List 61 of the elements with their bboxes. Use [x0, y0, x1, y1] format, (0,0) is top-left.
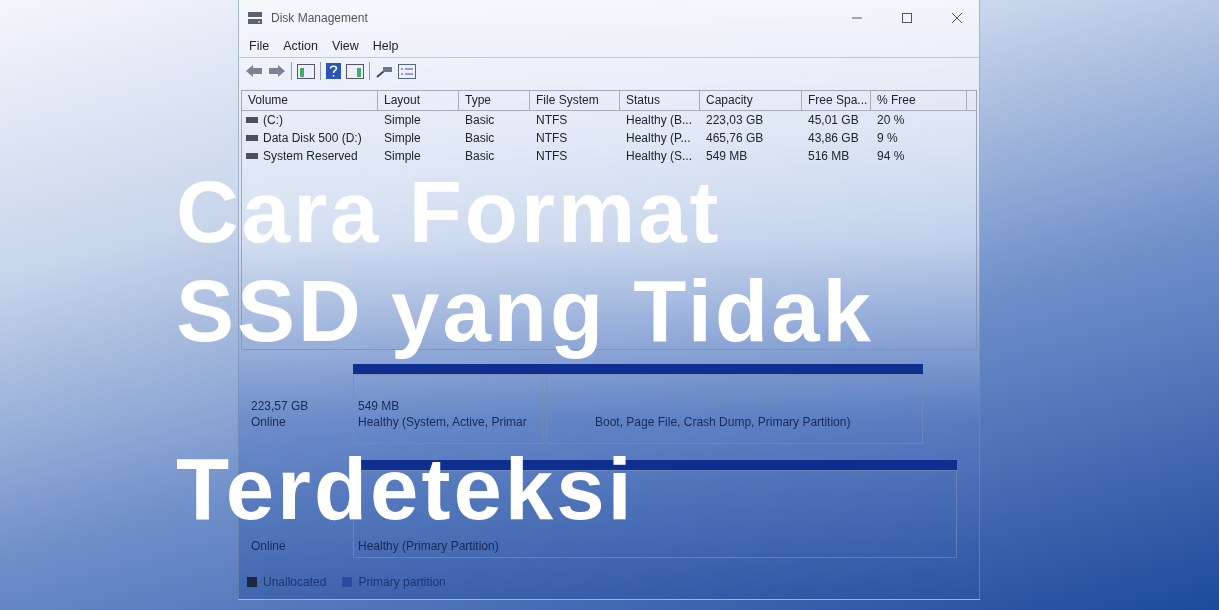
column-header[interactable]: Volume: [242, 91, 378, 110]
drive-icon: [246, 135, 258, 141]
column-header[interactable]: Free Spa...: [802, 91, 871, 110]
legend-label: Primary partition: [358, 575, 446, 589]
menu-item[interactable]: View: [331, 39, 359, 53]
disk-drive-icon: [247, 10, 263, 25]
column-header[interactable]: % Free: [871, 91, 967, 110]
table-cell-text: Basic: [464, 149, 496, 163]
column-header[interactable]: Status: [620, 91, 700, 110]
table-cell-text: 45,01 GB: [807, 113, 860, 127]
panel-icon[interactable]: [346, 63, 364, 79]
disk-info: Online: [251, 538, 287, 554]
headline-text: Cara Format: [176, 163, 722, 261]
table-cell-text: 549 MB: [705, 149, 749, 163]
column-header[interactable]: Type: [459, 91, 530, 110]
menu-item[interactable]: File: [249, 39, 270, 53]
partition-info: Healthy (System, Active, Primar: [358, 414, 528, 430]
table-cell: System Reserved: [263, 149, 358, 163]
table-cell-text: 9 %: [876, 131, 899, 145]
disk-info: Online: [251, 414, 287, 430]
disk-info: 223,57 GB: [251, 398, 310, 414]
panel-icon[interactable]: [297, 63, 315, 79]
maximize-icon[interactable]: [901, 11, 913, 24]
table-cell-text: 223,03 GB: [705, 113, 765, 127]
table-cell-text: Simple: [383, 149, 422, 163]
column-header[interactable]: Capacity: [700, 91, 802, 110]
close-icon[interactable]: [951, 11, 963, 24]
table-cell: Data Disk 500 (D:): [263, 131, 362, 145]
back-arrow-icon[interactable]: [245, 64, 263, 78]
table-cell-text: NTFS: [535, 113, 569, 127]
partition-info: 549 MB: [358, 398, 401, 414]
menu-item[interactable]: Action: [283, 39, 318, 53]
table-cell: (C:): [263, 113, 283, 127]
window-title: Disk Management: [271, 10, 368, 25]
headline-text: SSD yang Tidak: [176, 262, 874, 360]
table-cell-text: 20 %: [876, 113, 906, 127]
table-cell-text: NTFS: [535, 131, 569, 145]
menu-item[interactable]: Help: [372, 39, 399, 53]
table-cell-text: Basic: [464, 131, 496, 145]
table-cell-text: Basic: [464, 113, 496, 127]
table-cell-text: NTFS: [535, 149, 569, 163]
table-cell-text: Healthy (B...: [625, 113, 694, 127]
partition-info: Healthy (Primary Partition): [358, 538, 500, 554]
table-cell-text: 43,86 GB: [807, 131, 860, 145]
headline-text: Terdeteksi: [176, 440, 635, 538]
checklist-icon[interactable]: [398, 63, 416, 79]
column-header[interactable]: Layout: [378, 91, 459, 110]
help-icon[interactable]: [326, 63, 341, 79]
table-cell-text: Simple: [383, 113, 422, 127]
drive-icon: [246, 117, 258, 123]
table-cell-text: Healthy (S...: [625, 149, 694, 163]
table-cell-text: Simple: [383, 131, 422, 145]
column-header[interactable]: File System: [530, 91, 620, 110]
table-cell-text: 516 MB: [807, 149, 851, 163]
partition-info: Boot, Page File, Crash Dump, Primary Partition): [594, 414, 852, 430]
legend-label: Unallocated: [263, 575, 327, 589]
drive-icon: [246, 153, 258, 159]
table-cell-text: Healthy (P...: [625, 131, 692, 145]
forward-arrow-icon[interactable]: [268, 64, 286, 78]
table-cell-text: 94 %: [876, 149, 906, 163]
table-cell-text: 465,76 GB: [705, 131, 765, 145]
